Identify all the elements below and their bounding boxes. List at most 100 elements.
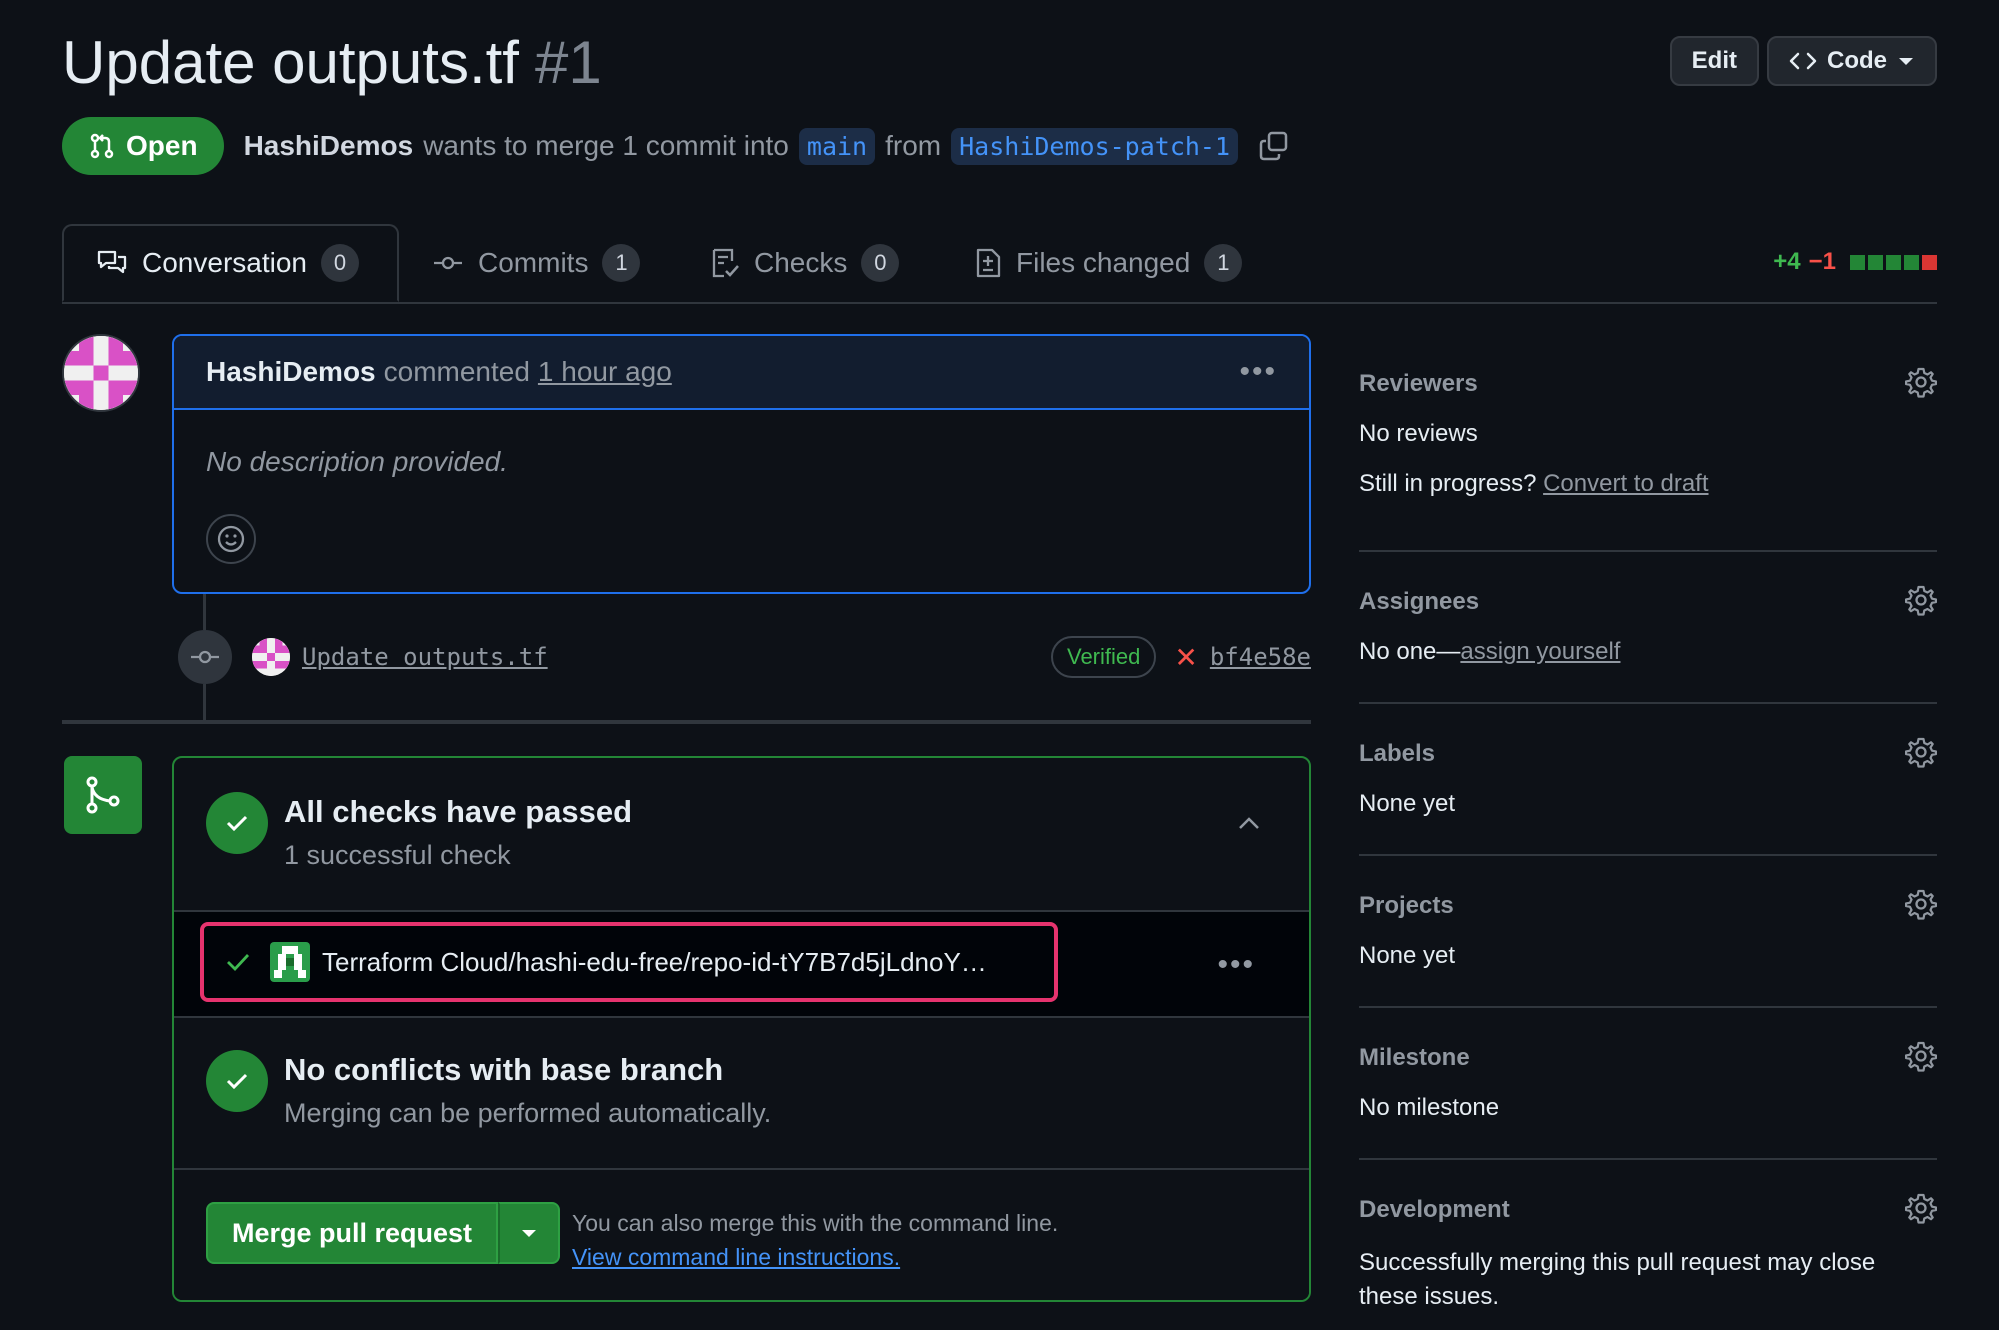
timeline-line [203,684,206,720]
sidebar-milestone: Milestone No milestone [1359,1008,1937,1160]
conflicts-subtitle: Merging can be performed automatically. [284,1098,772,1128]
development-value: Successfully merging this pull request m… [1359,1249,1876,1310]
gear-icon[interactable] [1905,366,1937,398]
assignees-row: No one—assign yourself [1359,638,1620,666]
gear-icon[interactable] [1905,1040,1937,1072]
gear-icon[interactable] [1905,584,1937,616]
conversation-icon [96,248,128,278]
check-run-name[interactable]: Terraform Cloud/hashi-edu-free/repo-id-t… [322,947,987,978]
header-actions: Edit Code [1669,36,1937,86]
tab-label: Files changed [1016,247,1191,278]
conflicts-title: No conflicts with base branch [284,1052,724,1087]
verified-badge[interactable]: Verified [1050,636,1157,678]
tab-files-changed[interactable]: Files changed 1 [974,224,1243,302]
check-circle-icon [206,1050,268,1112]
tab-label: Checks [754,247,848,278]
assignees-prefix: No one— [1359,638,1461,665]
pr-tabs: Conversation 0 Commits 1 Checks 0 Files … [62,224,1937,304]
check-run-highlight[interactable]: Terraform Cloud/hashi-edu-free/repo-id-t… [200,922,1058,1002]
diff-additions: +4 [1773,248,1801,275]
author-avatar[interactable] [62,334,140,412]
from-text: from [885,130,942,161]
x-icon[interactable]: ✕ [1174,641,1197,674]
tab-label: Commits [478,247,589,278]
base-branch[interactable]: main [798,127,876,165]
comment-action: commented [383,356,530,387]
edit-button[interactable]: Edit [1669,36,1759,86]
checks-title: All checks have passed [284,794,633,829]
check-circle-icon [206,792,268,854]
diffstat: +4 −1 [1773,248,1937,276]
state-label: Open [126,130,198,161]
code-button[interactable]: Code [1767,36,1937,86]
tab-commits[interactable]: Commits 1 [432,224,641,302]
checks-summary: All checks have passed 1 successful chec… [174,758,1309,912]
comment-header: HashiDemos commented 1 hour ago ••• [174,336,1309,410]
sidebar-heading[interactable]: Milestone [1359,1044,1470,1072]
git-merge-icon [64,756,142,834]
commit-message-link[interactable]: Update outputs.tf [302,643,548,671]
commit-author-avatar[interactable] [252,638,290,676]
pr-status-row: Open HashiDemos wants to merge 1 commit … [62,117,1290,175]
edit-button-label: Edit [1691,47,1737,74]
timeline-break [62,720,1311,724]
diff-block-add [1850,254,1865,270]
sidebar-assignees: Assignees No one—assign yourself [1359,552,1937,704]
comment-timestamp[interactable]: 1 hour ago [538,356,672,388]
tab-checks[interactable]: Checks 0 [710,224,900,302]
merge-meta: HashiDemos wants to merge 1 commit into … [244,127,1290,165]
terraform-cloud-icon [270,942,310,982]
sidebar-heading[interactable]: Assignees [1359,588,1479,616]
merge-pull-request-button[interactable]: Merge pull request [206,1202,499,1264]
cli-instructions-link[interactable]: View command line instructions. [572,1240,1058,1274]
comment-box: HashiDemos commented 1 hour ago ••• No d… [172,334,1311,594]
merge-method-dropdown[interactable] [498,1202,561,1264]
pr-title: Update outputs.tf [62,29,519,96]
milestone-value: No milestone [1359,1094,1500,1121]
kebab-menu-icon[interactable]: ••• [1217,948,1255,982]
gear-icon[interactable] [1905,888,1937,920]
timeline-line [203,594,206,630]
assign-yourself-link[interactable]: assign yourself [1460,638,1620,665]
sidebar-heading[interactable]: Development [1359,1196,1510,1224]
diff-block-add [1868,254,1883,270]
kebab-menu-icon[interactable]: ••• [1239,355,1277,389]
diff-block-add [1886,254,1901,270]
sidebar-heading[interactable]: Labels [1359,740,1435,768]
check-run-row[interactable]: Terraform Cloud/hashi-edu-free/repo-id-t… [174,912,1309,1018]
tab-counter: 1 [1204,244,1243,282]
gear-icon[interactable] [1905,736,1937,768]
merge-box: All checks have passed 1 successful chec… [172,756,1311,1302]
commit-row: Update outputs.tf Verified ✕ bf4e58e [178,630,1311,684]
sidebar-heading[interactable]: Projects [1359,892,1454,920]
state-badge: Open [62,117,224,175]
comment-author[interactable]: HashiDemos [206,356,376,388]
checklist-icon [710,247,740,279]
file-diff-icon [974,247,1002,279]
diff-block-add [1904,254,1919,270]
convert-to-draft-link[interactable]: Convert to draft [1543,470,1708,497]
author-link[interactable]: HashiDemos [244,130,414,162]
sidebar-projects: Projects None yet [1359,856,1937,1008]
add-reaction-button[interactable] [206,514,256,564]
projects-value: None yet [1359,942,1456,969]
diff-block-delete [1922,254,1937,270]
tab-label: Conversation [142,247,307,278]
gear-icon[interactable] [1905,1192,1937,1224]
chevron-up-icon[interactable] [1237,816,1261,830]
merge-button-group: Merge pull request [206,1202,561,1264]
tab-counter: 1 [602,244,641,282]
head-branch[interactable]: HashiDemos-patch-1 [951,127,1239,165]
commit-sha-link[interactable]: bf4e58e [1210,643,1311,671]
sidebar-heading[interactable]: Reviewers [1359,370,1478,398]
tab-conversation[interactable]: Conversation 0 [62,224,399,302]
pr-number: #1 [534,29,602,96]
cli-hint: You can also merge this with the command… [572,1206,1058,1274]
code-icon [1789,51,1817,71]
check-icon [224,950,252,974]
merge-text: wants to merge 1 commit into [423,130,789,161]
draft-prefix: Still in progress? [1359,470,1537,497]
copy-icon[interactable] [1258,130,1290,162]
comment-body: No description provided. [206,446,508,477]
pull-request-icon [88,132,116,160]
